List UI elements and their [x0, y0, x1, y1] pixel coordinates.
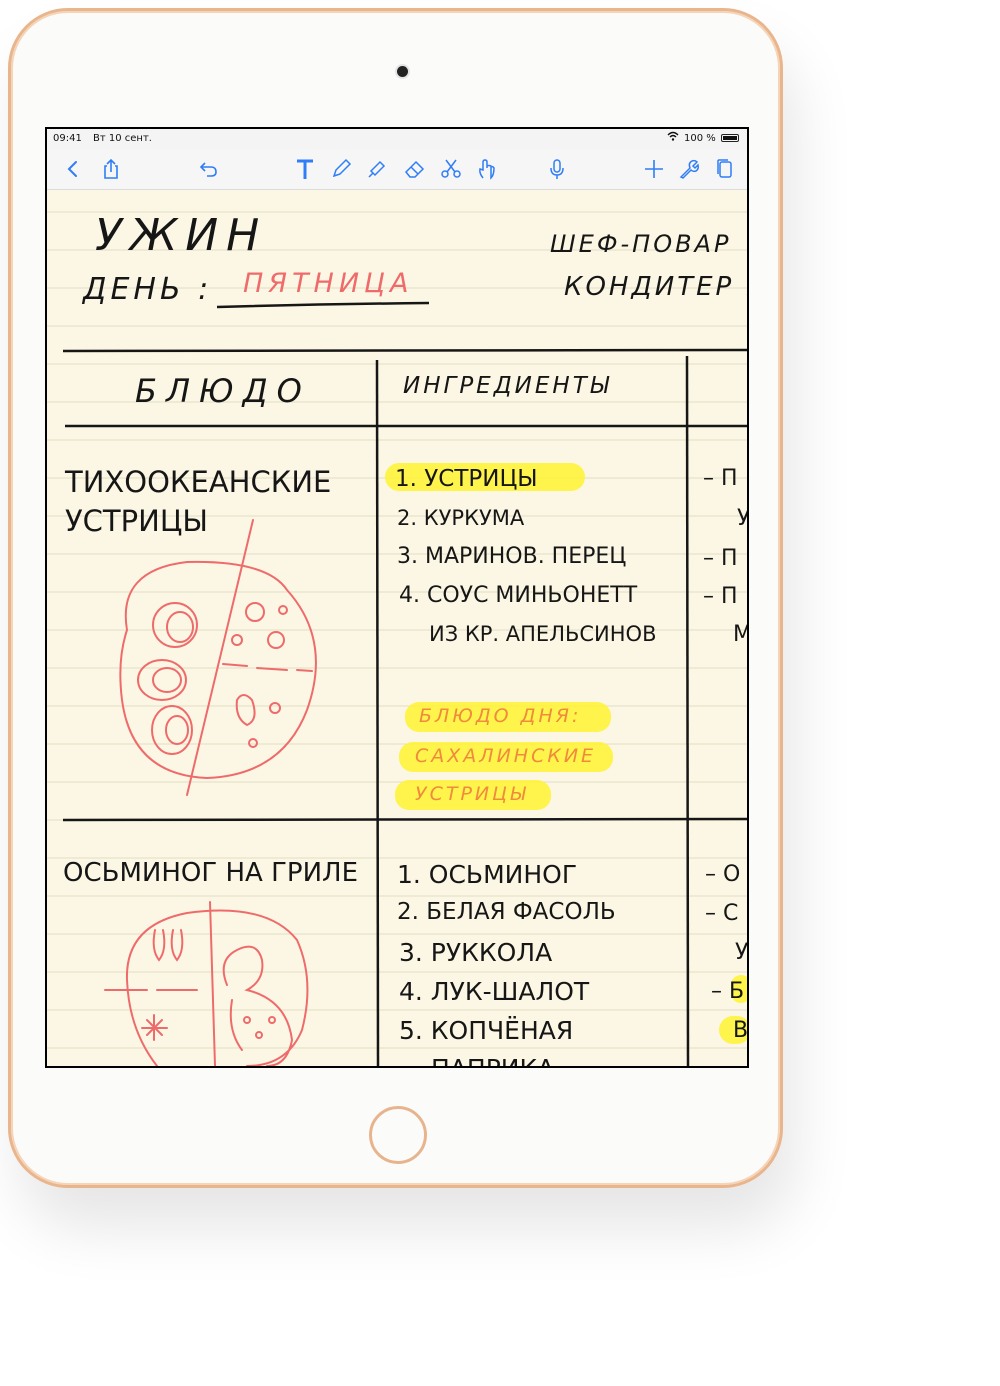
ingredient-1-3: 3. МАРИНОВ. ПЕРЕЦ: [397, 544, 627, 569]
wrench-icon[interactable]: [677, 157, 701, 181]
text-tool-icon[interactable]: [293, 157, 317, 181]
home-button[interactable]: [369, 1106, 427, 1164]
share-icon[interactable]: [99, 157, 123, 181]
battery-percent: 100 %: [684, 133, 716, 144]
note-1-5: М: [733, 622, 747, 647]
ingredient-2-3: 3. РУККОЛА: [399, 938, 553, 967]
note-1-2: У: [737, 506, 747, 531]
ingredient-2-5: 5. КОПЧЁНАЯ: [399, 1016, 574, 1045]
pastry-label: КОНДИТЕР :: [564, 272, 747, 302]
hand-icon[interactable]: [475, 157, 499, 181]
note-2-5: В: [733, 1018, 747, 1043]
add-icon[interactable]: [642, 157, 666, 181]
day-value: ПЯТНИЦА: [243, 268, 414, 299]
day-label: ДЕНЬ :: [83, 272, 213, 307]
dish-2-title: ОСЬМИНОГ НА ГРИЛЕ: [63, 858, 359, 888]
column-ingredients: ИНГРЕДИЕНТЫ: [403, 373, 612, 399]
ingredient-1-2: 2. КУРКУМА: [397, 506, 525, 530]
notes-app: 09:41 Вт 10 сент. 100 % УЖИН ДЕНЬ: ПЯТН…: [47, 129, 747, 1066]
ipad-frame: 09:41 Вт 10 сент. 100 % УЖИН ДЕНЬ: ПЯТН…: [8, 8, 783, 1188]
scissors-icon[interactable]: [439, 157, 463, 181]
ingredient-2-1: 1. ОСЬМИНОГ: [397, 860, 578, 889]
undo-icon[interactable]: [197, 157, 221, 181]
note-title: УЖИН: [95, 210, 268, 261]
toolbar: [47, 149, 747, 190]
ingredient-2-6: ПАПРИКА: [431, 1054, 554, 1066]
note-1-1: – П: [703, 466, 738, 491]
wifi-icon: [667, 131, 679, 144]
note-page[interactable]: УЖИН ДЕНЬ : ПЯТНИЦА ШЕФ-ПОВАР КОНДИТЕР :…: [47, 190, 747, 1066]
eraser-icon[interactable]: [403, 157, 427, 181]
ingredient-2-4: 4. ЛУК-ШАЛОТ: [399, 977, 590, 1006]
status-bar: 09:41 Вт 10 сент. 100 %: [47, 129, 747, 149]
note-2-4: – Б: [711, 979, 745, 1004]
ingredient-1-4: 4. СОУС МИНЬОНЕТТ: [399, 583, 638, 608]
status-date: Вт 10 сент.: [93, 133, 152, 144]
ingredient-1-1: 1. УСТРИЦЫ: [395, 466, 538, 492]
ingredient-2-2: 2. БЕЛАЯ ФАСОЛЬ: [397, 899, 616, 925]
special-line-2: САХАЛИНСКИЕ: [415, 745, 597, 767]
special-line-3: УСТРИЦЫ: [415, 783, 529, 805]
note-2-3: У: [735, 940, 747, 965]
ingredient-1-5: ИЗ КР. АПЕЛЬСИНОВ: [429, 622, 657, 646]
column-dish: БЛЮДО: [135, 372, 311, 410]
back-icon[interactable]: [61, 157, 85, 181]
pages-icon[interactable]: [713, 157, 737, 181]
battery-icon: [721, 134, 739, 142]
pen-icon[interactable]: [329, 157, 353, 181]
screen: 09:41 Вт 10 сент. 100 % УЖИН ДЕНЬ: ПЯТН…: [45, 127, 749, 1068]
chef-label: ШЕФ-ПОВАР: [550, 230, 732, 258]
note-2-2: – С: [705, 901, 739, 926]
note-1-4: – П: [703, 584, 738, 609]
note-1-3: – П: [703, 546, 738, 571]
highlighter-icon[interactable]: [365, 157, 389, 181]
status-time: 09:41: [53, 133, 82, 144]
front-camera: [397, 66, 408, 77]
microphone-icon[interactable]: [545, 157, 569, 181]
special-line-1: БЛЮДО ДНЯ:: [419, 705, 582, 727]
dish-1-title-line1: ТИХООКЕАНСКИЕ: [65, 465, 332, 499]
dish-1-title-line2: УСТРИЦЫ: [65, 504, 208, 538]
note-2-1: – О: [705, 862, 741, 887]
